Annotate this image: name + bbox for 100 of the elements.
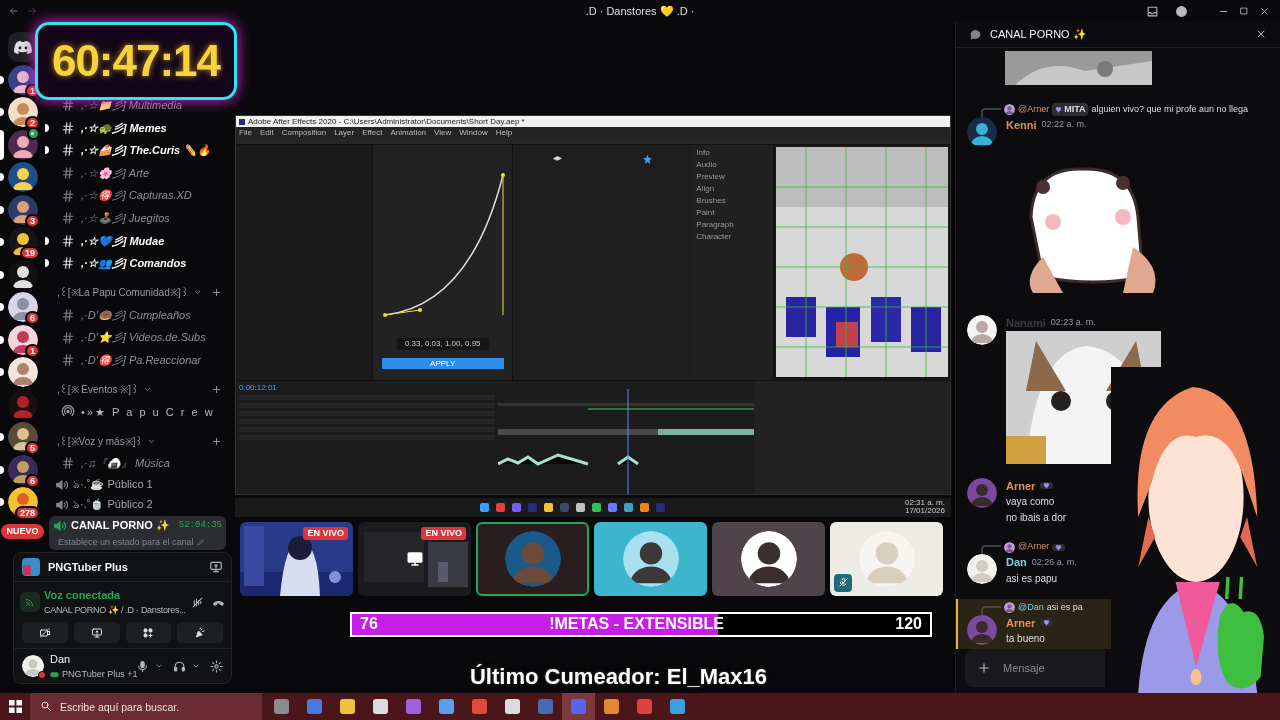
- category-label[interactable]: ,꒰[※ Eventos ※]꒱: [57, 382, 140, 398]
- channel-item[interactable]: ,·☆🌸彡] Arte: [81, 164, 149, 182]
- message-field[interactable]: Mensaje: [965, 649, 1105, 687]
- channel-item[interactable]: ,·☆🉐彡] Capturas.XD: [81, 187, 192, 204]
- server-icon[interactable]: [7, 162, 38, 192]
- hash-icon: [61, 330, 75, 345]
- new-pill[interactable]: NUEVO: [1, 523, 44, 539]
- reply-mention[interactable]: @Dan: [1018, 600, 1044, 615]
- heart-icon: [1043, 619, 1051, 627]
- camera-button[interactable]: [22, 622, 68, 644]
- video-tile[interactable]: [712, 521, 825, 596]
- menu-item[interactable]: Window: [459, 128, 488, 137]
- voice-channel[interactable]: ঌ·.˚🍵 Público 2: [49, 494, 226, 515]
- voice-channel[interactable]: CANAL PORNO ✨ 52:04:35 Establece un estado para el canal: [49, 515, 226, 551]
- back-arrow-icon[interactable]: [8, 5, 20, 17]
- noise-suppression-icon[interactable]: [191, 595, 204, 609]
- video-tile[interactable]: [476, 521, 589, 596]
- panel-label[interactable]: Info: [696, 149, 773, 157]
- search-field[interactable]: Escribe aquí para buscar.: [30, 693, 262, 720]
- menu-item[interactable]: Animation: [390, 128, 427, 137]
- panel-label[interactable]: Align: [696, 185, 773, 193]
- reply-avatar: [1004, 602, 1015, 613]
- logo-icon[interactable]: [7, 32, 38, 62]
- hash-icon: [61, 188, 75, 203]
- clock-time: 02:31 a. m.: [905, 499, 945, 508]
- close-icon[interactable]: [1259, 5, 1270, 17]
- activities-button[interactable]: [125, 622, 172, 644]
- reply-mention[interactable]: @Arner: [1018, 102, 1050, 117]
- panel-label[interactable]: Character: [696, 233, 773, 241]
- message-text: asi es papu: [1006, 571, 1059, 586]
- panel-label[interactable]: Audio: [696, 161, 773, 169]
- plus-icon[interactable]: [211, 384, 222, 396]
- menu-item[interactable]: Edit: [259, 128, 274, 137]
- panel-label[interactable]: Paint: [696, 209, 773, 217]
- author-name[interactable]: Arner: [1006, 477, 1036, 494]
- menu-item[interactable]: Layer: [334, 128, 355, 137]
- menu-item[interactable]: Composition: [281, 128, 327, 137]
- voice-location[interactable]: CANAL PORNO ✨ / .D · Danstores...: [44, 603, 187, 618]
- menu-item[interactable]: Help: [495, 128, 513, 137]
- channel-item[interactable]: ,·D'🍩彡] Cumpleaños: [81, 306, 191, 324]
- video-tile[interactable]: EN VIVO: [358, 521, 471, 596]
- reply-text: asi es pa: [1046, 600, 1083, 614]
- author-name[interactable]: Arner: [1006, 614, 1036, 631]
- gamepad-icon: [50, 669, 59, 679]
- speaker-icon: [55, 477, 69, 492]
- plus-icon[interactable]: [211, 435, 222, 447]
- add-icon[interactable]: [977, 661, 991, 675]
- menu-item[interactable]: View: [434, 128, 452, 137]
- pencil-icon[interactable]: [196, 538, 205, 547]
- headphones-icon[interactable]: [173, 659, 186, 673]
- screen-share-icon[interactable]: [209, 560, 223, 575]
- server-icon[interactable]: [7, 259, 38, 290]
- server-icon[interactable]: [7, 454, 38, 485]
- role-badge: MITA: [1052, 102, 1089, 117]
- server-icon[interactable]: [7, 129, 38, 160]
- server-icon[interactable]: [7, 422, 38, 452]
- category-label[interactable]: ,꒰[※La Papu Comunidad※]꒱: [57, 285, 189, 301]
- help-icon[interactable]: [1175, 4, 1188, 18]
- reply-mention[interactable]: @Arner: [1018, 540, 1050, 554]
- message-time: 02:23 a. m.: [1050, 316, 1096, 329]
- app-title: Adobe After Effects 2020 - C:\Users\Administrator\Documents\Short Day.aep *: [248, 117, 525, 126]
- channel-item[interactable]: ,·☆💙彡] Mudae: [81, 232, 165, 250]
- message-text: vaya como: [1006, 495, 1056, 509]
- inbox-icon[interactable]: [1146, 4, 1159, 18]
- channel-item[interactable]: ,·D'🉐彡] Pa.Reaccionar: [81, 352, 202, 369]
- channel-item[interactable]: ,·☆👥彡] Comandos: [81, 255, 187, 272]
- channel-item[interactable]: •»★ P a p u C r e w: [81, 403, 215, 421]
- maximize-icon[interactable]: [1239, 6, 1249, 16]
- avatar: [504, 530, 561, 587]
- video-tile[interactable]: EN VIVO: [240, 521, 353, 596]
- soundboard-button[interactable]: [177, 622, 223, 644]
- channel-item[interactable]: ,·☆🍰彡] The.Curis ✏🔥: [81, 142, 212, 159]
- heart-icon: [1055, 106, 1063, 113]
- server-icon[interactable]: [7, 292, 38, 322]
- video-tile[interactable]: [594, 521, 707, 596]
- server-icon[interactable]: [7, 194, 38, 225]
- menu-item[interactable]: File: [239, 128, 252, 137]
- video-tile[interactable]: [830, 521, 943, 596]
- start-icon[interactable]: [8, 700, 22, 713]
- channel-item[interactable]: ,·☆🕹彡] Juegitos: [81, 210, 170, 227]
- hash-icon: [61, 456, 75, 471]
- heart-icon: [1055, 543, 1063, 551]
- panel-label[interactable]: Preview: [696, 173, 773, 181]
- category-label[interactable]: ,꒰[※Voz y más※]꒱: [57, 433, 144, 449]
- voice-channel[interactable]: ঌ·.˚☕ Público 1: [49, 474, 226, 495]
- microphone-icon[interactable]: [136, 659, 149, 673]
- panel-label[interactable]: Paragraph: [696, 221, 773, 229]
- menu-item[interactable]: Effect: [362, 128, 383, 137]
- server-icon[interactable]: [7, 357, 38, 387]
- plus-icon[interactable]: [211, 287, 222, 299]
- avatar: [740, 530, 797, 587]
- channel-item[interactable]: ,·☆🐢彡] Memes: [81, 119, 167, 137]
- settings-icon[interactable]: [210, 659, 223, 673]
- channel-item[interactable]: ,·♫『🍙』 Música: [81, 455, 170, 472]
- channel-item[interactable]: ,·D'⭐彡] Videos.de.Subs: [81, 329, 206, 346]
- author-name[interactable]: Kenni: [1006, 116, 1037, 133]
- author-name[interactable]: Dan: [1006, 554, 1027, 571]
- screen-share-button[interactable]: [73, 622, 120, 644]
- channel-item[interactable]: ,·☆📁彡] Multimedia: [81, 97, 183, 114]
- panel-label[interactable]: Brushes: [696, 197, 773, 205]
